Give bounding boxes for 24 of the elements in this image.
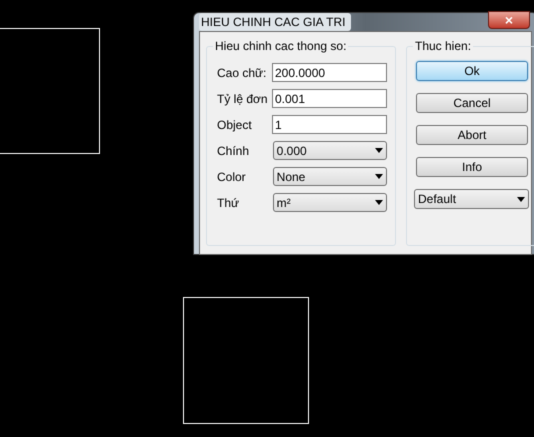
dropdown-field[interactable]: m²	[272, 193, 387, 212]
field-label: Tỷ lệ đơn	[217, 90, 269, 108]
dropdown-field[interactable]: 0.000	[272, 141, 387, 160]
field-label: Cao chữ:	[217, 64, 268, 82]
dropdown-caret-icon	[517, 196, 525, 202]
window-title: HIEU CHINH CAC GIA TRI	[199, 13, 352, 31]
field-label: Color	[217, 168, 247, 186]
dropdown-field[interactable]: None	[272, 167, 387, 186]
text-field[interactable]: 200.0000	[272, 63, 387, 82]
dialog-button[interactable]: Abort	[416, 125, 528, 145]
dropdown-caret-icon	[375, 174, 383, 179]
field-label: Thứ	[217, 194, 240, 212]
dropdown-caret-icon	[375, 200, 383, 205]
dialog-button[interactable]: Info	[416, 157, 528, 177]
text-field[interactable]: 1	[272, 115, 387, 134]
field-label: Chính	[217, 142, 250, 160]
field-label: Object	[217, 116, 253, 134]
dialog-button[interactable]: Cancel	[416, 93, 528, 113]
dropdown-field[interactable]: Default	[414, 189, 529, 209]
group-title: Hieu chinh cac thong so:	[213, 39, 348, 53]
dropdown-caret-icon	[375, 148, 383, 153]
text-field[interactable]: 0.001	[272, 89, 387, 108]
group-title: Thuc hien:	[413, 39, 474, 53]
dialog-button[interactable]: Ok	[416, 61, 528, 81]
